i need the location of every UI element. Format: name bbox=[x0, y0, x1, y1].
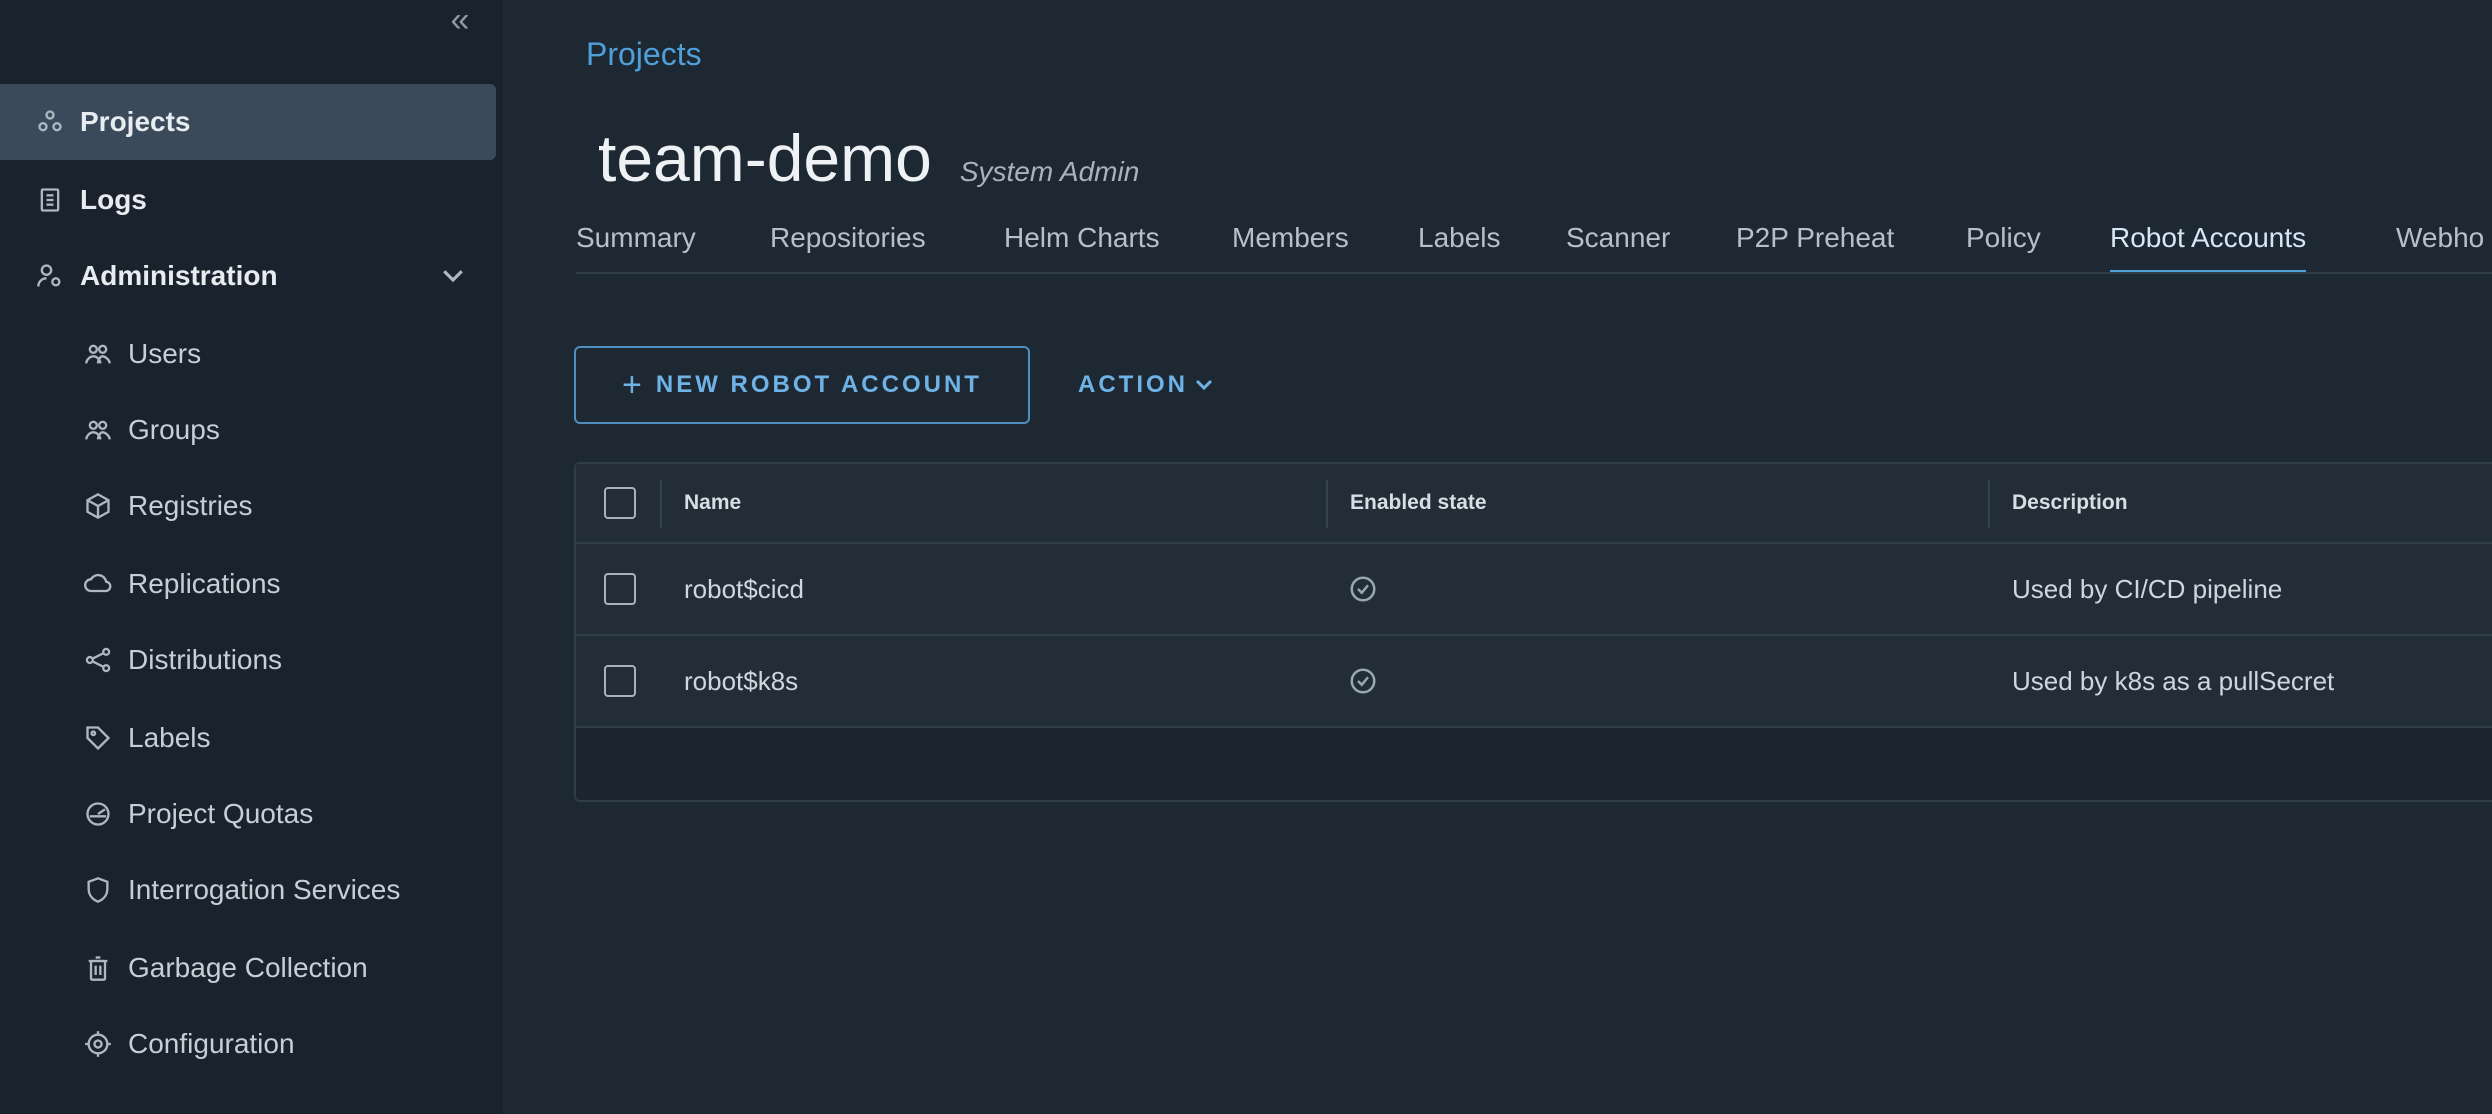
column-divider bbox=[660, 480, 662, 528]
select-all-checkbox[interactable] bbox=[604, 487, 636, 519]
chevron-down-icon bbox=[1195, 379, 1213, 391]
new-robot-account-label: NEW ROBOT ACCOUNT bbox=[655, 371, 982, 398]
title-row: team-demo System Admin bbox=[598, 120, 1139, 196]
sidebar-item-users[interactable]: Users bbox=[0, 316, 496, 392]
table-row[interactable]: robot$cicd Used by CI/CD pipeline bbox=[576, 544, 2492, 636]
sidebar-item-label: Replications bbox=[128, 568, 281, 599]
sidebar-item-replications[interactable]: Replications bbox=[0, 546, 496, 622]
tab-summary[interactable]: Summary bbox=[576, 222, 696, 270]
collapse-sidebar-button[interactable]: « bbox=[440, 2, 480, 38]
sidebar-item-label: Groups bbox=[128, 414, 220, 445]
column-header-enabled-state[interactable]: Enabled state bbox=[1350, 464, 1487, 542]
app-root: « Projects Logs Administration Users Gro… bbox=[0, 0, 2492, 1114]
project-quotas-icon bbox=[84, 800, 112, 828]
garbage-collection-icon bbox=[84, 954, 112, 982]
tab-repositories[interactable]: Repositories bbox=[770, 222, 926, 270]
sidebar-item-distributions[interactable]: Distributions bbox=[0, 622, 496, 698]
plus-icon: + bbox=[622, 365, 642, 404]
sidebar-item-garbage-collection[interactable]: Garbage Collection bbox=[0, 930, 496, 1006]
sidebar-item-label: Interrogation Services bbox=[128, 874, 401, 905]
labels-icon bbox=[84, 724, 112, 752]
enabled-check-icon bbox=[1348, 544, 1378, 634]
distributions-icon bbox=[84, 646, 112, 674]
users-icon bbox=[84, 340, 112, 368]
tab-p2p-preheat[interactable]: P2P Preheat bbox=[1736, 222, 1894, 270]
sidebar-item-configuration[interactable]: Configuration bbox=[0, 1006, 496, 1082]
tab-robot-accounts[interactable]: Robot Accounts bbox=[2110, 222, 2307, 272]
column-header-description[interactable]: Description bbox=[2012, 464, 2128, 542]
tab-webhooks[interactable]: Webho bbox=[2396, 222, 2484, 270]
row-checkbox[interactable] bbox=[604, 573, 636, 605]
tab-scanner[interactable]: Scanner bbox=[1566, 222, 1670, 270]
sidebar-item-project-quotas[interactable]: Project Quotas bbox=[0, 776, 496, 852]
robot-accounts-table: Name Enabled state Description robot$cic… bbox=[574, 462, 2492, 802]
tab-helm-charts[interactable]: Helm Charts bbox=[1004, 222, 1160, 270]
sidebar: « Projects Logs Administration Users Gro… bbox=[0, 0, 502, 1114]
table-row[interactable]: robot$k8s Used by k8s as a pullSecret bbox=[576, 636, 2492, 728]
sidebar-item-label: Administration bbox=[80, 260, 278, 291]
row-checkbox[interactable] bbox=[604, 665, 636, 697]
main-content: Projects team-demo System Admin Summary … bbox=[502, 0, 2492, 1114]
robot-name: robot$k8s bbox=[684, 665, 799, 696]
sidebar-item-label: Distributions bbox=[128, 644, 283, 675]
sidebar-item-label: Labels bbox=[128, 722, 211, 753]
projects-icon bbox=[36, 108, 64, 136]
action-label: ACTION bbox=[1078, 371, 1188, 398]
tab-labels[interactable]: Labels bbox=[1418, 222, 1501, 270]
registries-icon bbox=[84, 492, 112, 520]
column-header-name[interactable]: Name bbox=[684, 464, 741, 542]
robot-description: Used by k8s as a pullSecret bbox=[2012, 665, 2335, 696]
enabled-check-icon bbox=[1348, 636, 1378, 726]
tab-members[interactable]: Members bbox=[1232, 222, 1349, 270]
chevron-down-icon[interactable] bbox=[438, 260, 468, 290]
replications-icon bbox=[84, 570, 112, 598]
column-divider bbox=[1988, 480, 1990, 528]
tab-policy[interactable]: Policy bbox=[1966, 222, 2041, 270]
project-tabs: Summary Repositories Helm Charts Members… bbox=[576, 208, 2492, 274]
sidebar-item-administration[interactable]: Administration bbox=[0, 238, 496, 314]
sidebar-item-logs[interactable]: Logs bbox=[0, 162, 496, 238]
logs-icon bbox=[36, 186, 64, 214]
sidebar-item-labels[interactable]: Labels bbox=[0, 700, 496, 776]
groups-icon bbox=[84, 416, 112, 444]
robot-name: robot$cicd bbox=[684, 573, 804, 604]
administration-icon bbox=[36, 262, 64, 290]
page-title: team-demo bbox=[598, 121, 932, 195]
sidebar-item-registries[interactable]: Registries bbox=[0, 468, 496, 544]
sidebar-item-label: Project Quotas bbox=[128, 798, 314, 829]
sidebar-item-label: Projects bbox=[80, 106, 191, 137]
role-label: System Admin bbox=[959, 156, 1140, 187]
breadcrumb[interactable]: Projects bbox=[586, 36, 702, 73]
table-header: Name Enabled state Description bbox=[576, 464, 2492, 544]
robot-description: Used by CI/CD pipeline bbox=[2012, 573, 2283, 604]
sidebar-item-label: Users bbox=[128, 338, 202, 369]
sidebar-item-label: Garbage Collection bbox=[128, 952, 368, 983]
sidebar-item-groups[interactable]: Groups bbox=[0, 392, 496, 468]
sidebar-item-label: Configuration bbox=[128, 1028, 295, 1059]
sidebar-item-projects[interactable]: Projects bbox=[0, 84, 496, 160]
interrogation-services-icon bbox=[84, 876, 112, 904]
sidebar-item-label: Registries bbox=[128, 490, 253, 521]
configuration-icon bbox=[84, 1030, 112, 1058]
sidebar-item-label: Logs bbox=[80, 184, 147, 215]
column-divider bbox=[1326, 480, 1328, 528]
sidebar-item-interrogation-services[interactable]: Interrogation Services bbox=[0, 852, 496, 928]
new-robot-account-button[interactable]: + NEW ROBOT ACCOUNT bbox=[574, 346, 1030, 424]
action-dropdown-button[interactable]: ACTION bbox=[1078, 346, 1216, 424]
